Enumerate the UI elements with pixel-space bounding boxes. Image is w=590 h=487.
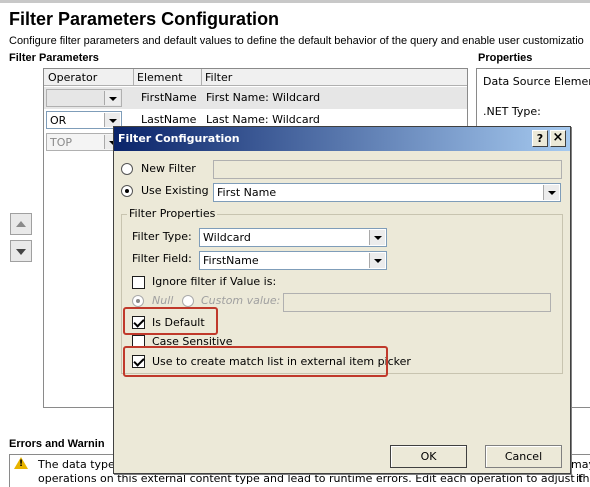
- triangle-down-icon: [16, 249, 26, 255]
- custom-value-input[interactable]: [283, 293, 551, 312]
- properties-label: Properties: [478, 52, 533, 64]
- operator-select[interactable]: TOP: [46, 133, 122, 151]
- top-border: [0, 0, 590, 3]
- triangle-up-icon: [16, 221, 26, 227]
- chevron-down-icon[interactable]: [369, 230, 385, 245]
- is-default-highlight: [123, 307, 218, 335]
- grid-col-element[interactable]: Element: [137, 71, 183, 84]
- data-source-element-label: Data Source Element:: [483, 75, 590, 88]
- move-down-button[interactable]: [10, 240, 32, 262]
- page-description: Configure filter parameters and default …: [9, 35, 584, 47]
- null-radio[interactable]: [132, 295, 144, 307]
- filter-type-label: Filter Type:: [132, 230, 192, 243]
- new-filter-input[interactable]: [213, 160, 562, 179]
- error-text-line2-right: if: [576, 472, 583, 485]
- row-filter: First Name: Wildcard: [206, 91, 321, 104]
- filter-parameters-label: Filter Parameters: [9, 52, 99, 64]
- grid-col-operator[interactable]: Operator: [48, 71, 134, 85]
- filter-type-select[interactable]: Wildcard: [199, 228, 387, 247]
- ignore-filter-checkbox[interactable]: [132, 276, 145, 289]
- custom-value-label: Custom value:: [201, 294, 281, 307]
- use-existing-label: Use Existing: [141, 184, 209, 197]
- errors-label: Errors and Warnin: [9, 438, 105, 450]
- chevron-down-icon[interactable]: [369, 253, 385, 268]
- new-filter-radio[interactable]: [121, 163, 133, 175]
- error-text-line1-right: may: [571, 458, 590, 471]
- custom-value-radio[interactable]: [182, 295, 194, 307]
- ok-button-label: OK: [420, 450, 437, 463]
- filter-field-label: Filter Field:: [132, 252, 192, 265]
- grid-col-filter[interactable]: Filter: [205, 71, 232, 84]
- col-divider: [201, 69, 202, 86]
- cancel-button[interactable]: Cancel: [485, 445, 562, 468]
- row-element: LastName: [141, 113, 197, 126]
- operator-select[interactable]: OR: [46, 111, 122, 129]
- dialog-title-bar[interactable]: Filter Configuration ? ×: [114, 127, 570, 151]
- operator-select[interactable]: [46, 89, 122, 107]
- row-filter: Last Name: Wildcard: [206, 113, 320, 126]
- cancel-button-label: Cancel: [504, 450, 543, 463]
- close-button[interactable]: ×: [550, 130, 566, 147]
- move-up-button[interactable]: [10, 213, 32, 235]
- filter-configuration-dialog[interactable]: Filter Configuration ? × New Filter Use …: [113, 126, 571, 474]
- chevron-down-icon[interactable]: [104, 91, 120, 105]
- chevron-down-icon[interactable]: [543, 185, 559, 200]
- grid-header: Operator Element Filter: [44, 69, 467, 86]
- null-label: Null: [152, 294, 174, 307]
- col-divider: [133, 69, 134, 86]
- chevron-down-icon[interactable]: [104, 113, 120, 127]
- row-element: FirstName: [141, 91, 197, 104]
- error-text-line1: The data type c: [38, 458, 125, 471]
- ok-button[interactable]: OK: [390, 445, 467, 468]
- dialog-title: Filter Configuration: [118, 132, 240, 145]
- use-existing-radio[interactable]: [121, 185, 133, 197]
- close-icon: ×: [552, 130, 564, 145]
- help-icon: ?: [536, 132, 544, 145]
- table-row[interactable]: FirstName First Name: Wildcard: [44, 87, 467, 109]
- use-existing-select[interactable]: First Name: [213, 183, 561, 202]
- match-list-highlight: [123, 346, 388, 377]
- ignore-filter-label: Ignore filter if Value is:: [152, 275, 277, 288]
- filter-field-select[interactable]: FirstName: [199, 251, 387, 270]
- help-button[interactable]: ?: [532, 130, 548, 147]
- page-title: Filter Parameters Configuration: [9, 9, 280, 29]
- new-filter-label: New Filter: [141, 162, 196, 175]
- net-type-label: .NET Type:: [483, 105, 541, 118]
- warning-icon-mark: !: [19, 459, 24, 469]
- filter-properties-group-label: Filter Properties: [127, 207, 218, 220]
